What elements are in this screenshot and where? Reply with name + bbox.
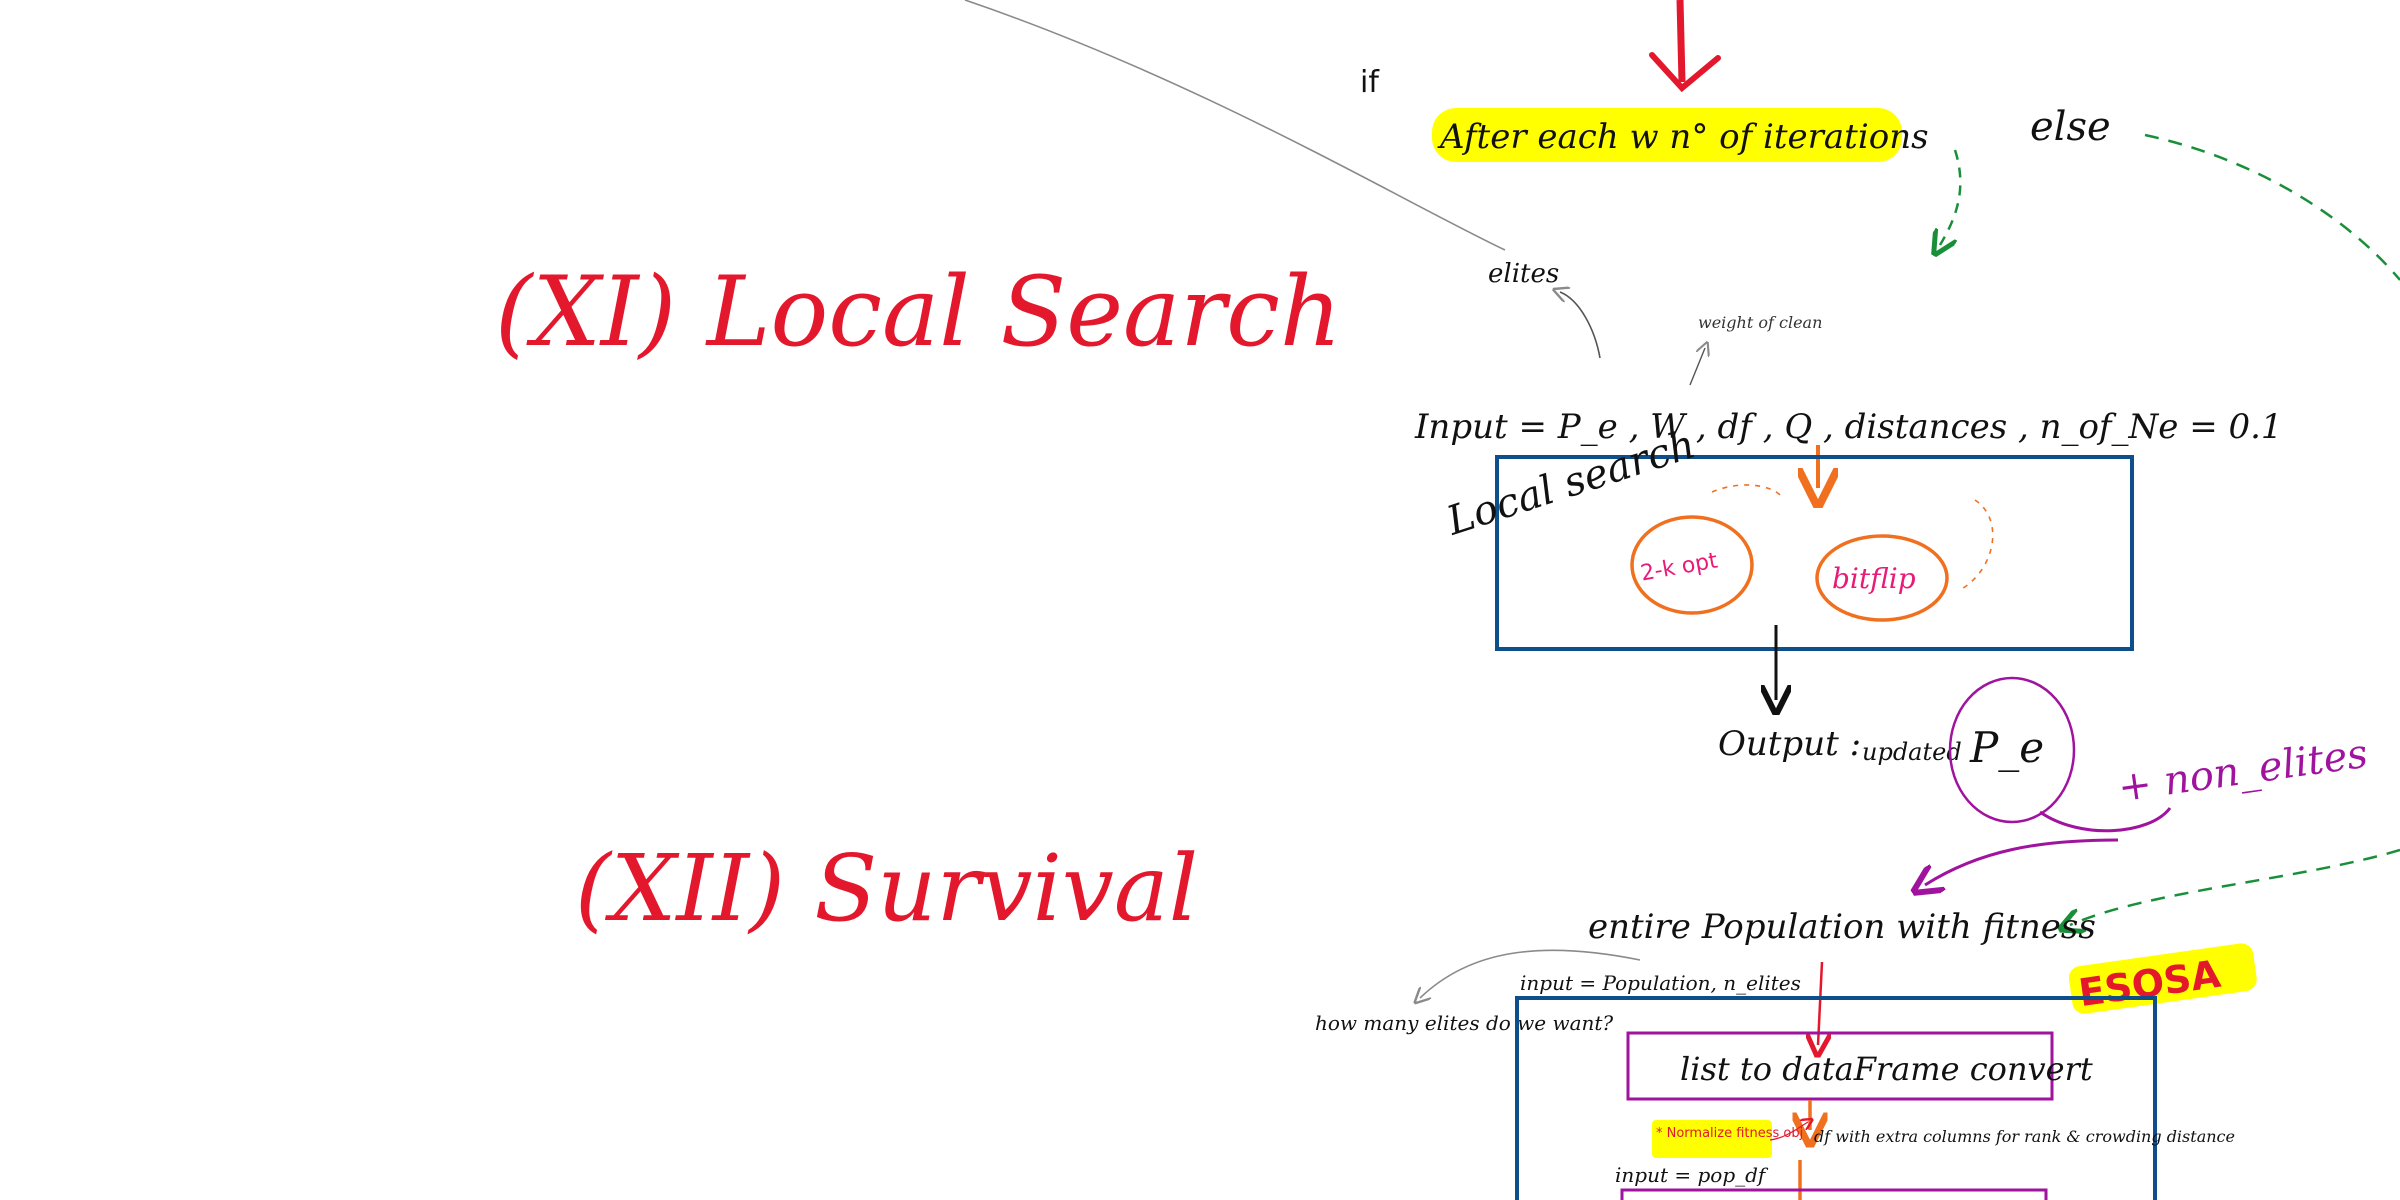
method-label-2k-opt: 2-k opt — [1639, 548, 1720, 586]
else-label: else — [2030, 104, 2111, 150]
next-input: input = pop_df — [1615, 1163, 1769, 1187]
survival-input: input = Population, n_elites — [1520, 971, 1801, 995]
whiteboard-canvas: (XI) Local Search (XII) Survival if Afte… — [0, 0, 2400, 1200]
df-note: df with extra columns for rank & crowdin… — [1814, 1127, 2235, 1146]
output-text: updated — [1862, 738, 1962, 766]
output-symbol: P_e — [1969, 723, 2044, 772]
question-note: how many elites do we want? — [1315, 1011, 1613, 1035]
weight-arrow — [1689, 348, 1705, 386]
output-label: Output : — [1718, 724, 1861, 764]
purple-arrow-to-entry — [1925, 807, 2172, 885]
heading-survival: (XII) Survival — [575, 835, 1198, 942]
if-label: if — [1360, 65, 1380, 100]
weight-note: weight of clean — [1698, 313, 1822, 332]
gray-connector-curve — [964, 0, 1506, 251]
non-elites-note: + non_elites — [2115, 731, 2370, 812]
top-red-arrow — [1676, 0, 1686, 83]
green-dashed-if-arrow — [1940, 149, 1962, 245]
whiteboard-drawing: (XI) Local Search (XII) Survival if Afte… — [495, 0, 2400, 1200]
method-label-bitflip: bitflip — [1832, 562, 1916, 595]
local-search-input: Input = P_e , W , df , Q , distances , n… — [1414, 407, 2283, 447]
step-convert-label: list to dataFrame convert — [1680, 1050, 2093, 1088]
survival-entry: entire Population with fitness — [1588, 907, 2096, 947]
green-dashed-else-arrow — [2070, 133, 2400, 925]
normalize-note: * Normalize fitness obj — [1656, 1126, 1803, 1141]
esosa-tag: ESOSA — [2076, 952, 2224, 1015]
step-next-box — [1620, 1188, 2048, 1200]
elites-note: elites — [1488, 259, 1559, 289]
heading-local-search: (XI) Local Search — [495, 256, 1342, 368]
condition-text: After each w n° of iterations — [1437, 117, 1929, 157]
elites-arrow — [1560, 292, 1601, 359]
